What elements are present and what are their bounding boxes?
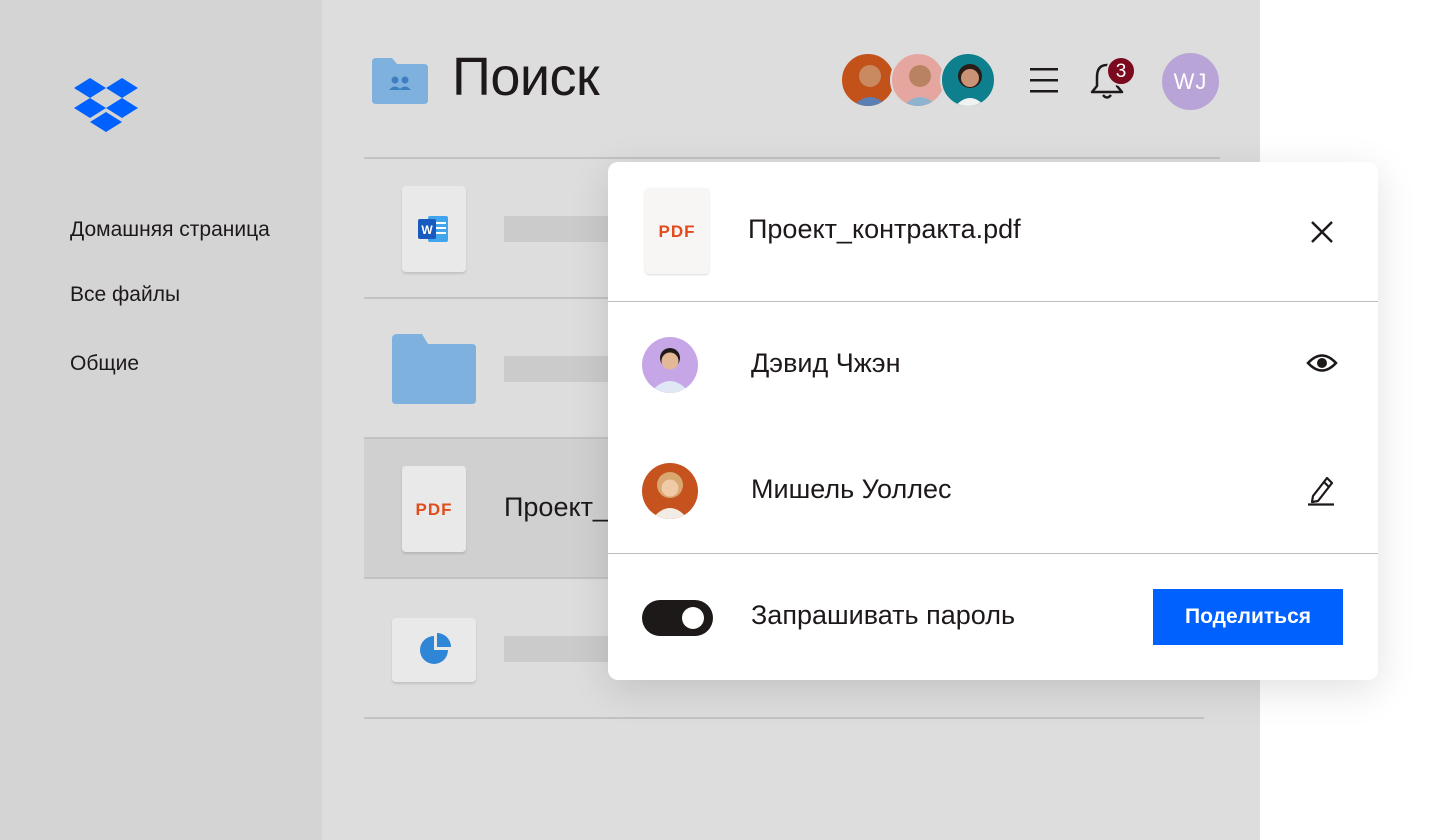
divider bbox=[364, 157, 1220, 159]
password-toggle-label: Запрашивать пароль bbox=[751, 600, 1016, 630]
dialog-file-name: Проект_контракта.pdf bbox=[748, 214, 1021, 244]
password-toggle[interactable] bbox=[642, 600, 713, 636]
file-tile-word[interactable]: W bbox=[402, 186, 466, 272]
menu-icon[interactable] bbox=[1030, 66, 1058, 99]
member-avatar[interactable] bbox=[840, 52, 896, 108]
file-tile-pdf[interactable]: PDF bbox=[402, 466, 466, 552]
file-name-placeholder bbox=[504, 636, 614, 662]
file-name-placeholder bbox=[504, 216, 614, 242]
sidebar-item-home[interactable]: Домашняя страница bbox=[70, 218, 270, 242]
file-name: Проект_ bbox=[504, 492, 608, 522]
file-tile-chart[interactable] bbox=[392, 618, 476, 682]
divider bbox=[608, 301, 1378, 302]
close-icon[interactable] bbox=[1308, 218, 1336, 251]
pdf-icon: PDF bbox=[415, 500, 453, 519]
divider bbox=[364, 297, 634, 299]
user-avatar[interactable]: WJ bbox=[1162, 53, 1219, 110]
share-button[interactable]: Поделиться bbox=[1153, 589, 1343, 645]
pdf-icon: PDF bbox=[658, 222, 696, 241]
toggle-knob bbox=[682, 607, 704, 629]
sidebar-item-shared[interactable]: Общие bbox=[70, 352, 139, 376]
pencil-icon[interactable] bbox=[1306, 474, 1336, 511]
folder-icon[interactable] bbox=[392, 334, 476, 409]
shared-folder-icon bbox=[372, 58, 428, 109]
notification-badge: 3 bbox=[1106, 56, 1136, 86]
person-avatar bbox=[642, 463, 698, 519]
person-name: Мишель Уоллес bbox=[751, 474, 952, 504]
dialog-file-tile: PDF bbox=[645, 188, 709, 274]
divider bbox=[364, 437, 634, 439]
person-name: Дэвид Чжэн bbox=[751, 348, 901, 378]
dropbox-logo[interactable] bbox=[74, 78, 138, 139]
divider bbox=[364, 717, 1204, 719]
divider bbox=[608, 553, 1378, 554]
share-dialog: PDF Проект_контракта.pdf Дэвид Чжэн Мише… bbox=[608, 162, 1378, 680]
file-name-placeholder bbox=[504, 356, 614, 382]
sidebar: Домашняя страница Все файлы Общие bbox=[0, 0, 322, 840]
member-avatar[interactable] bbox=[890, 52, 946, 108]
sidebar-item-all-files[interactable]: Все файлы bbox=[70, 283, 180, 307]
word-icon: W bbox=[418, 216, 448, 242]
divider bbox=[364, 577, 634, 579]
svg-text:W: W bbox=[421, 223, 433, 237]
page-title: Поиск bbox=[452, 47, 600, 107]
person-avatar bbox=[642, 337, 698, 393]
eye-icon[interactable] bbox=[1306, 350, 1338, 381]
pie-chart-icon bbox=[420, 633, 451, 664]
member-avatar[interactable] bbox=[940, 52, 996, 108]
